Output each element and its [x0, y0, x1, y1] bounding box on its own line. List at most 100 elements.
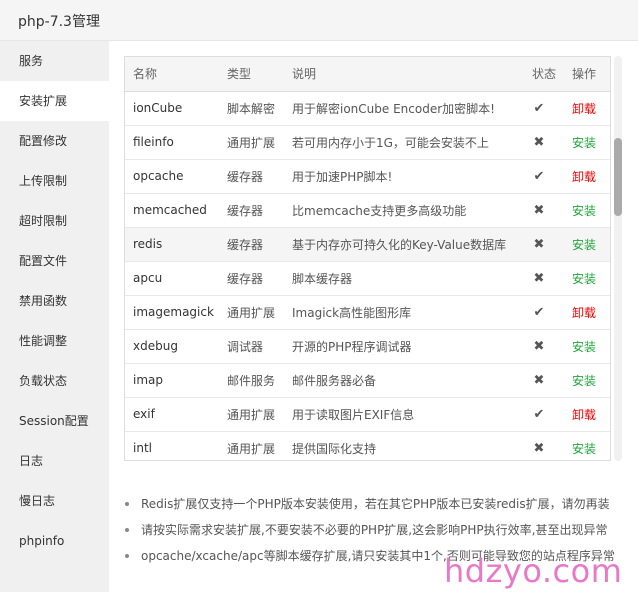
sidebar-item-upload-limit[interactable]: 上传限制: [0, 161, 109, 201]
column-header-name: 名称: [125, 57, 219, 92]
extension-action-cell: 安装: [564, 227, 610, 262]
check-icon: ✔: [533, 406, 545, 422]
extension-description: 用于加速PHP脚本!: [284, 159, 524, 194]
sidebar: 服务 安装扩展 配置修改 上传限制 超时限制 配置文件 禁用函数 性能调整 负载…: [0, 41, 109, 592]
extension-type: 邮件服务: [219, 363, 284, 398]
extension-name: fileinfo: [125, 125, 219, 160]
uninstall-button[interactable]: 卸载: [572, 408, 596, 422]
extension-description: 用于读取图片EXIF信息: [284, 397, 524, 432]
cross-icon: ✖: [533, 236, 545, 252]
extension-type: 缓存器: [219, 261, 284, 296]
window-title: php-7.3管理: [18, 14, 100, 30]
sidebar-item-disabled-functions[interactable]: 禁用函数: [0, 281, 109, 321]
table-row: xdebug 调试器 开源的PHP程序调试器 ✖ 安装: [125, 329, 610, 364]
install-button[interactable]: 安装: [572, 204, 596, 218]
table-row: imap 邮件服务 邮件服务器必备 ✖ 安装: [125, 363, 610, 398]
extension-type: 调试器: [219, 329, 284, 364]
column-header-desc: 说明: [284, 57, 524, 92]
extension-name: apcu: [125, 261, 219, 296]
extension-description: 脚本缓存器: [284, 261, 524, 296]
extension-type: 缓存器: [219, 227, 284, 262]
table-row: imagemagick 通用扩展 Imagick高性能图形库 ✔ 卸载: [125, 295, 610, 330]
cross-icon: ✖: [533, 338, 545, 354]
extension-name: memcached: [125, 193, 219, 228]
extension-status: ✖: [524, 363, 564, 398]
install-button[interactable]: 安装: [572, 374, 596, 388]
extension-action-cell: 卸载: [564, 397, 610, 432]
extension-status: ✖: [524, 227, 564, 262]
sidebar-item-log[interactable]: 日志: [0, 441, 109, 481]
check-icon: ✔: [533, 304, 545, 320]
extension-status: ✔: [524, 159, 564, 194]
extension-action-cell: 安装: [564, 125, 610, 160]
extension-description: 若可用内存小于1G，可能会安装不上: [284, 125, 524, 160]
note-item: 请按实际需求安装扩展,不要安装不必要的PHP扩展,这会影响PHP执行效率,甚至出…: [123, 522, 623, 548]
extension-description: Imagick高性能图形库: [284, 295, 524, 330]
extension-description: 用于解密ionCube Encoder加密脚本!: [284, 91, 524, 126]
install-button[interactable]: 安装: [572, 238, 596, 252]
table-row: opcache 缓存器 用于加速PHP脚本! ✔ 卸载: [125, 159, 610, 194]
extension-status: ✔: [524, 91, 564, 126]
column-header-action: 操作: [564, 57, 610, 92]
extension-action-cell: 卸载: [564, 91, 610, 126]
extension-description: 基于内存亦可持久化的Key-Value数据库: [284, 227, 524, 262]
table-row: intl 通用扩展 提供国际化支持 ✖ 安装: [125, 431, 610, 460]
extension-status: ✖: [524, 431, 564, 460]
scrollbar-thumb[interactable]: [614, 138, 622, 216]
title-bar: php-7.3管理: [0, 0, 638, 41]
extension-name: imagemagick: [125, 295, 219, 330]
extension-description: 开源的PHP程序调试器: [284, 329, 524, 364]
sidebar-item-session-config[interactable]: Session配置: [0, 401, 109, 441]
sidebar-item-config-modify[interactable]: 配置修改: [0, 121, 109, 161]
extension-type: 通用扩展: [219, 295, 284, 330]
extension-name: ionCube: [125, 91, 219, 126]
column-header-status: 状态: [524, 57, 564, 92]
column-header-type: 类型: [219, 57, 284, 92]
extension-description: 邮件服务器必备: [284, 363, 524, 398]
extension-action-cell: 安装: [564, 431, 610, 460]
sidebar-item-config-file[interactable]: 配置文件: [0, 241, 109, 281]
sidebar-item-service[interactable]: 服务: [0, 41, 109, 81]
install-button[interactable]: 安装: [572, 136, 596, 150]
extension-type: 通用扩展: [219, 125, 284, 160]
extension-type: 通用扩展: [219, 397, 284, 432]
watermark: hdzyo.com: [444, 552, 623, 590]
extension-status: ✔: [524, 397, 564, 432]
sidebar-item-install-extension[interactable]: 安装扩展: [0, 81, 109, 121]
sidebar-item-load-status[interactable]: 负载状态: [0, 361, 109, 401]
extension-action-cell: 安装: [564, 193, 610, 228]
cross-icon: ✖: [533, 372, 545, 388]
sidebar-item-performance[interactable]: 性能调整: [0, 321, 109, 361]
uninstall-button[interactable]: 卸载: [572, 102, 596, 116]
extension-name: exif: [125, 397, 219, 432]
extension-action-cell: 安装: [564, 363, 610, 398]
check-icon: ✔: [533, 168, 545, 184]
extensions-table: 名称 类型 说明 状态 操作 ionCube 脚本解密 用于解密ionCube En…: [124, 56, 611, 461]
extension-action-cell: 卸载: [564, 159, 610, 194]
table-row: memcached 缓存器 比memcache支持更多高级功能 ✖ 安装: [125, 193, 610, 228]
extension-type: 缓存器: [219, 159, 284, 194]
cross-icon: ✖: [533, 440, 545, 456]
install-button[interactable]: 安装: [572, 272, 596, 286]
cross-icon: ✖: [533, 134, 545, 150]
extension-name: xdebug: [125, 329, 219, 364]
table-header-row: 名称 类型 说明 状态 操作: [125, 57, 610, 92]
install-button[interactable]: 安装: [572, 340, 596, 354]
table-row: redis 缓存器 基于内存亦可持久化的Key-Value数据库 ✖ 安装: [125, 227, 610, 262]
install-button[interactable]: 安装: [572, 442, 596, 456]
extension-action-cell: 卸载: [564, 295, 610, 330]
table-row: fileinfo 通用扩展 若可用内存小于1G，可能会安装不上 ✖ 安装: [125, 125, 610, 160]
sidebar-item-slow-log[interactable]: 慢日志: [0, 481, 109, 521]
uninstall-button[interactable]: 卸载: [572, 170, 596, 184]
table-row: apcu 缓存器 脚本缓存器 ✖ 安装: [125, 261, 610, 296]
extension-status: ✔: [524, 295, 564, 330]
sidebar-item-timeout-limit[interactable]: 超时限制: [0, 201, 109, 241]
sidebar-item-phpinfo[interactable]: phpinfo: [0, 521, 109, 561]
extension-name: imap: [125, 363, 219, 398]
extension-name: opcache: [125, 159, 219, 194]
table-row: ionCube 脚本解密 用于解密ionCube Encoder加密脚本! ✔ 卸载: [125, 91, 610, 126]
extension-action-cell: 安装: [564, 261, 610, 296]
uninstall-button[interactable]: 卸载: [572, 306, 596, 320]
extension-type: 缓存器: [219, 193, 284, 228]
scrollbar[interactable]: [614, 56, 622, 461]
